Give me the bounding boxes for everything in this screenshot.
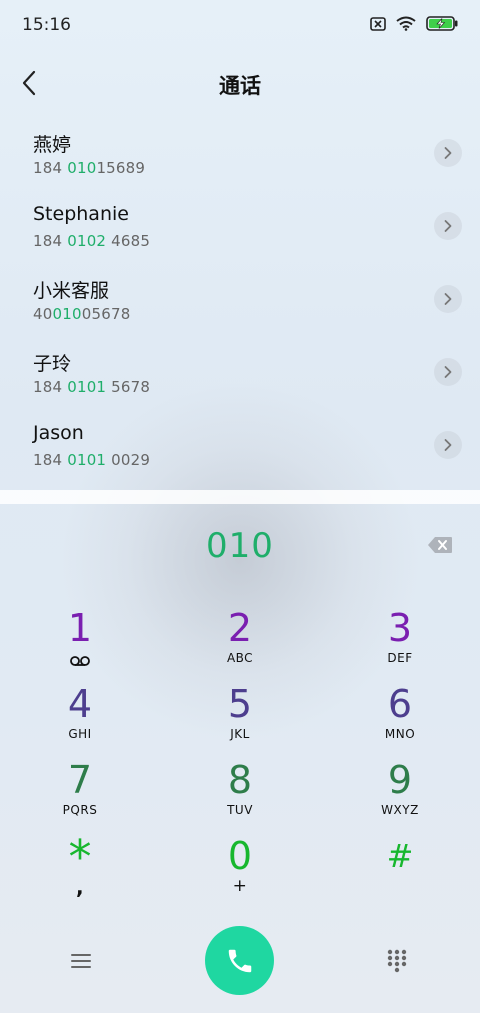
contact-name: Jason xyxy=(33,422,84,444)
number-match-highlight: 010 xyxy=(52,305,82,323)
key-digit: 4 xyxy=(67,682,93,726)
key-letters: GHI xyxy=(68,727,92,741)
key-letters: ABC xyxy=(226,651,254,665)
key-digit: * xyxy=(68,830,92,884)
contact-details-button[interactable] xyxy=(434,139,462,167)
call-button[interactable] xyxy=(205,926,274,995)
key-4[interactable]: 4 GHI xyxy=(10,682,150,756)
key-3[interactable]: 3 DEF xyxy=(330,606,470,680)
key-letters: + xyxy=(232,876,248,896)
chevron-right-icon xyxy=(444,439,452,451)
contact-details-button[interactable] xyxy=(434,285,462,313)
key-star[interactable]: * , xyxy=(10,834,150,908)
key-6[interactable]: 6 MNO xyxy=(330,682,470,756)
voicemail-icon xyxy=(10,652,150,666)
key-digit: 7 xyxy=(67,758,93,802)
key-7[interactable]: 7 PQRS xyxy=(10,758,150,832)
backspace-button[interactable] xyxy=(426,534,454,556)
key-digit: 5 xyxy=(227,682,253,726)
key-letters: PQRS xyxy=(62,803,98,817)
contact-item[interactable]: 子玲 184 0101 5678 xyxy=(0,337,480,410)
key-digit: # xyxy=(386,837,414,875)
contact-number: 184 0102 4685 xyxy=(33,232,151,250)
status-icons xyxy=(370,16,458,35)
no-sim-icon xyxy=(370,16,386,35)
key-digit: 9 xyxy=(387,758,413,802)
key-letters: WXYZ xyxy=(381,803,419,817)
list-keypad-divider xyxy=(0,490,480,504)
contact-number: 4001005678 xyxy=(33,305,131,323)
contact-number: 184 0101 5678 xyxy=(33,378,151,396)
key-0[interactable]: 0 + xyxy=(170,834,310,908)
key-letters: DEF xyxy=(387,651,413,665)
chevron-right-icon xyxy=(444,366,452,378)
contact-details-button[interactable] xyxy=(434,431,462,459)
contact-name: 燕婷 xyxy=(33,134,72,156)
key-letters: , xyxy=(75,875,85,899)
key-5[interactable]: 5 JKL xyxy=(170,682,310,756)
page-title: 通话 xyxy=(219,74,261,98)
dialpad-toggle-button[interactable] xyxy=(382,946,412,976)
menu-icon xyxy=(71,954,91,968)
chevron-right-icon xyxy=(444,147,452,159)
chevron-right-icon xyxy=(444,220,452,232)
key-letters: TUV xyxy=(227,803,253,817)
contact-item[interactable]: Jason 184 0101 0029 xyxy=(0,410,480,483)
phone-icon xyxy=(228,949,251,972)
key-digit: 2 xyxy=(227,606,253,650)
contact-item[interactable]: 小米客服 4001005678 xyxy=(0,264,480,337)
battery-charging-icon xyxy=(426,16,458,35)
number-match-highlight: 0102 xyxy=(67,232,107,250)
key-1[interactable]: 1 xyxy=(10,606,150,680)
contact-list: 燕婷 184 01015689 Stephanie 184 0102 4685 … xyxy=(0,118,480,483)
status-bar: 15:16 xyxy=(0,0,480,52)
key-digit: 6 xyxy=(387,682,413,726)
key-8[interactable]: 8 TUV xyxy=(170,758,310,832)
number-match-highlight: 010 xyxy=(67,159,97,177)
dialpad-icon xyxy=(387,949,407,973)
key-2[interactable]: 2 ABC xyxy=(170,606,310,680)
key-9[interactable]: 9 WXYZ xyxy=(330,758,470,832)
key-digit: 0 xyxy=(227,834,253,878)
key-digit: 3 xyxy=(387,606,413,650)
backspace-icon xyxy=(428,537,452,553)
contact-details-button[interactable] xyxy=(434,212,462,240)
key-letters: JKL xyxy=(230,727,250,741)
header: 通话 xyxy=(0,56,480,112)
menu-button[interactable] xyxy=(66,946,96,976)
contact-number: 184 01015689 xyxy=(33,159,146,177)
contact-name: Stephanie xyxy=(33,203,129,225)
contact-item[interactable]: Stephanie 184 0102 4685 xyxy=(0,191,480,264)
key-digit: 1 xyxy=(67,606,93,650)
chevron-right-icon xyxy=(444,293,452,305)
dial-display: 010 xyxy=(0,520,480,576)
key-hash[interactable]: # xyxy=(330,834,470,908)
number-match-highlight: 0101 xyxy=(67,378,107,396)
dialed-number: 010 xyxy=(206,526,274,566)
key-letters: MNO xyxy=(384,727,416,741)
key-digit: 8 xyxy=(227,758,253,802)
status-time: 15:16 xyxy=(22,15,71,35)
contact-item[interactable]: 燕婷 184 01015689 xyxy=(0,118,480,191)
number-match-highlight: 0101 xyxy=(67,451,107,469)
contact-details-button[interactable] xyxy=(434,358,462,386)
contact-number: 184 0101 0029 xyxy=(33,451,151,469)
wifi-icon xyxy=(396,16,416,35)
contact-name: 小米客服 xyxy=(33,280,110,302)
bottom-bar xyxy=(0,924,480,996)
contact-name: 子玲 xyxy=(33,353,72,375)
